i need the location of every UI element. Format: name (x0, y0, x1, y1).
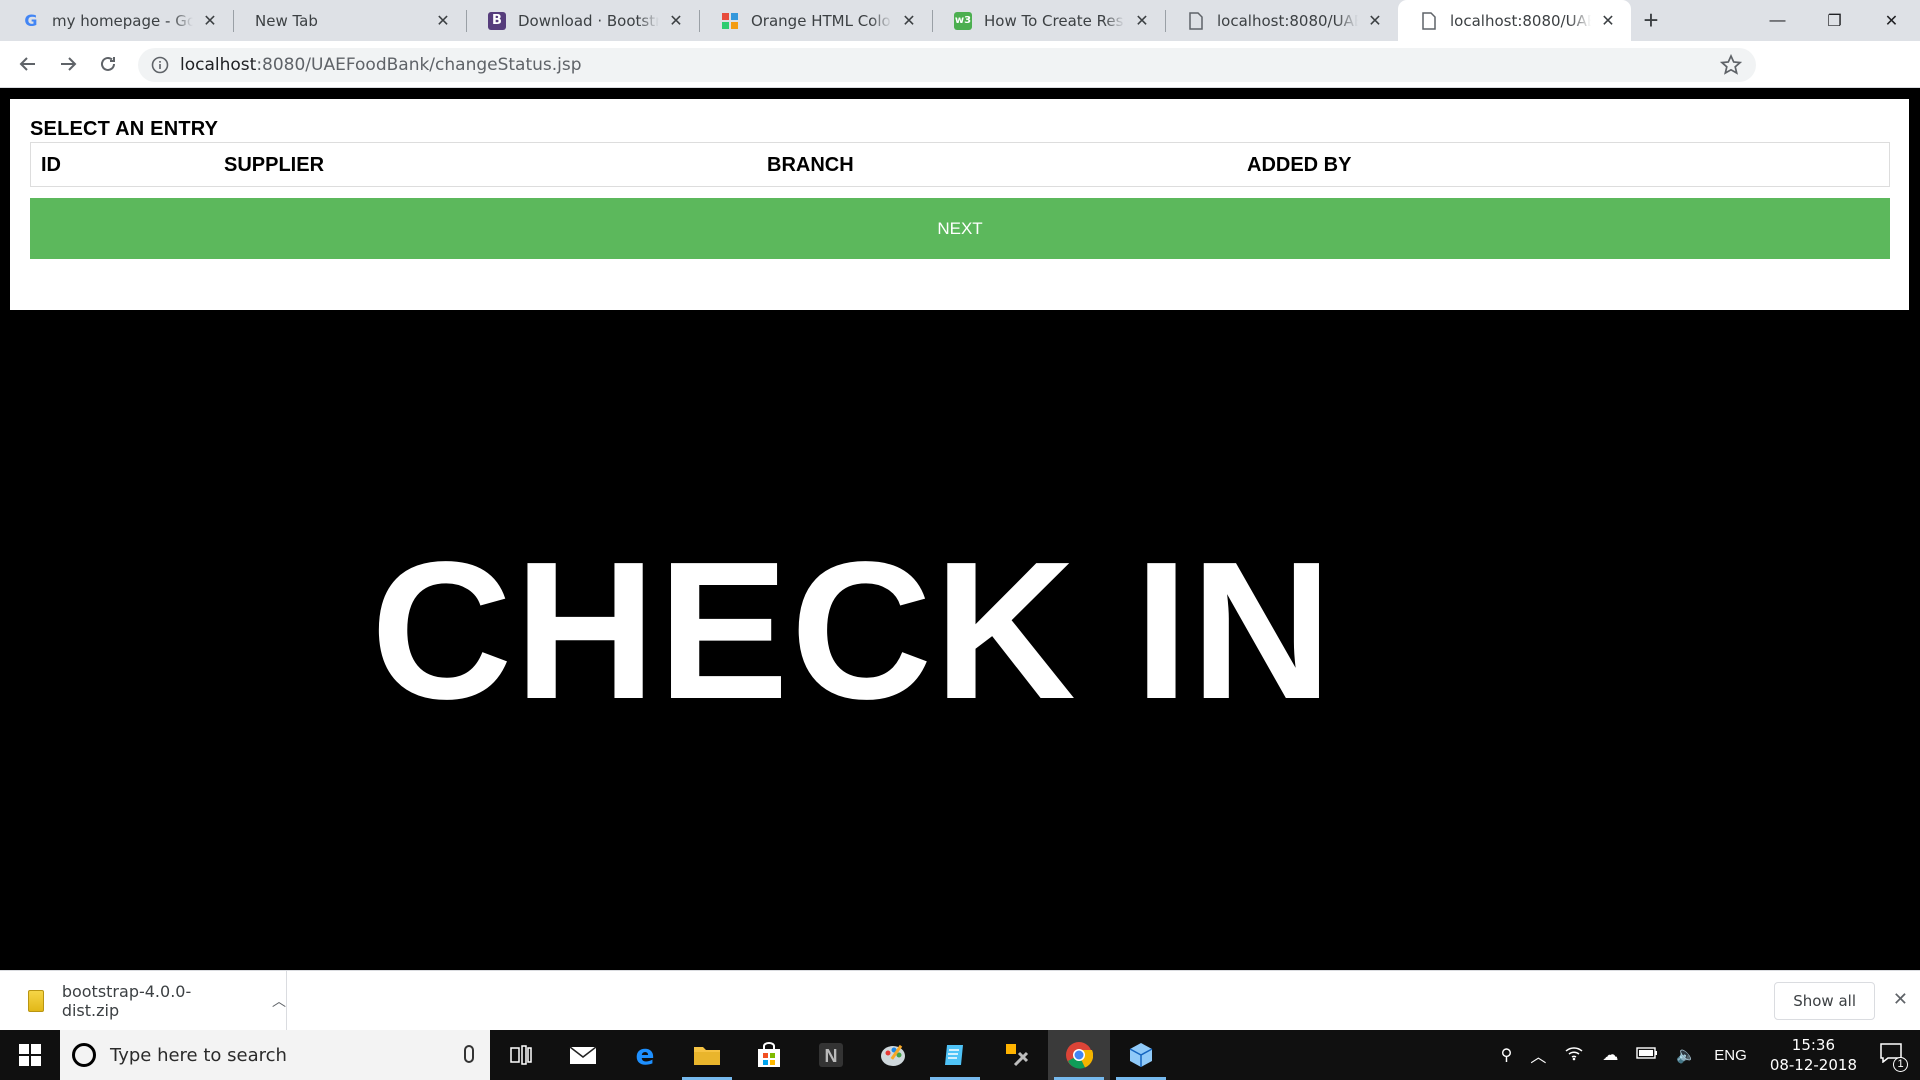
svg-text:e: e (636, 1041, 655, 1069)
mail-icon[interactable] (552, 1030, 614, 1080)
close-icon[interactable]: ✕ (667, 11, 685, 30)
task-view-icon[interactable] (490, 1030, 552, 1080)
address-bar[interactable]: localhost:8080/UAEFoodBank/changeStatus.… (138, 48, 1756, 82)
chrome-icon[interactable] (1048, 1030, 1110, 1080)
tab-localhost-1[interactable]: localhost:8080/UAEFoo ✕ (1165, 0, 1398, 41)
page-icon (1420, 11, 1438, 30)
check-in-title: CHECK IN (370, 521, 1335, 740)
tab-strip: G my homepage - Googl ✕ New Tab ✕ B Down… (0, 0, 1920, 41)
info-icon[interactable] (150, 55, 170, 75)
entry-table-header: ID SUPPLIER BRANCH ADDED BY (30, 142, 1890, 187)
windows-start-icon[interactable] (0, 1030, 60, 1080)
volume-icon[interactable]: 🔈 (1676, 1045, 1696, 1065)
clock[interactable]: 15:36 08-12-2018 (1770, 1035, 1857, 1075)
next-button[interactable]: NEXT (30, 198, 1890, 259)
tab-title: localhost:8080/UAEFoo (1217, 11, 1358, 30)
virtualbox-icon[interactable] (1110, 1030, 1172, 1080)
close-icon[interactable]: ✕ (900, 11, 918, 30)
column-added-by: ADDED BY (1247, 154, 1352, 176)
close-icon[interactable]: ✕ (201, 11, 219, 30)
wifi-icon[interactable] (1564, 1045, 1584, 1066)
battery-icon[interactable] (1636, 1046, 1658, 1064)
tab-my-homepage[interactable]: G my homepage - Googl ✕ (0, 0, 233, 41)
close-icon[interactable]: ✕ (1893, 989, 1908, 1010)
chevron-up-icon[interactable]: ︿ (272, 991, 286, 1011)
close-icon[interactable]: ✕ (1366, 11, 1384, 30)
file-explorer-icon[interactable] (676, 1030, 738, 1080)
tab-localhost-active[interactable]: localhost:8080/UAEFoo ✕ (1398, 0, 1631, 41)
edge-browser-icon[interactable]: e (614, 1030, 676, 1080)
tab-orange-color[interactable]: Orange HTML Color Co ✕ (699, 0, 932, 41)
bootstrap-icon: B (488, 11, 506, 30)
bookmark-star-icon[interactable] (1719, 53, 1743, 76)
column-branch: BRANCH (767, 154, 854, 176)
netbeans-icon[interactable]: N (800, 1030, 862, 1080)
tab-title: Download · Bootstrap (518, 11, 659, 30)
minimize-icon[interactable]: ― (1749, 0, 1806, 41)
tab-bootstrap[interactable]: B Download · Bootstrap ✕ (466, 0, 699, 41)
notepad-app-icon[interactable] (924, 1030, 986, 1080)
store-icon[interactable] (738, 1030, 800, 1080)
windows-taskbar: Type here to search e N ⚲ ︿ ☁ 🔈 ENG 15:3… (0, 1030, 1920, 1080)
chevron-up-icon[interactable]: ︿ (1530, 1043, 1546, 1067)
restore-icon[interactable]: ❐ (1806, 0, 1863, 41)
reload-icon[interactable] (88, 44, 128, 84)
tools-app-icon[interactable] (986, 1030, 1048, 1080)
tab-w3schools[interactable]: w3 How To Create Respon ✕ (932, 0, 1165, 41)
browser-toolbar: localhost:8080/UAEFoodBank/changeStatus.… (0, 41, 1920, 117)
download-item[interactable]: bootstrap-4.0.0-dist.zip ︿ (0, 971, 287, 1031)
cortana-icon (72, 1043, 96, 1067)
entry-panel: SELECT AN ENTRY ID SUPPLIER BRANCH ADDED… (10, 99, 1909, 310)
column-supplier: SUPPLIER (224, 154, 325, 176)
tab-new-tab[interactable]: New Tab ✕ (233, 0, 466, 41)
tab-title: my homepage - Googl (52, 11, 193, 30)
url-text: localhost:8080/UAEFoodBank/changeStatus.… (180, 55, 582, 75)
window-controls: ― ❐ ✕ (1749, 0, 1920, 41)
close-icon[interactable]: ✕ (1133, 11, 1151, 30)
taskbar-search[interactable]: Type here to search (60, 1030, 490, 1080)
show-all-button[interactable]: Show all (1774, 982, 1875, 1020)
downloads-shelf: bootstrap-4.0.0-dist.zip ︿ Show all ✕ (0, 970, 1920, 1031)
notifications-icon[interactable]: 1 (1880, 1042, 1908, 1072)
notification-count: 1 (1893, 1056, 1908, 1072)
page-icon (1187, 11, 1205, 30)
section-heading: SELECT AN ENTRY (30, 118, 219, 140)
close-window-icon[interactable]: ✕ (1863, 0, 1920, 41)
color-grid-icon (721, 12, 739, 30)
forward-icon[interactable] (48, 44, 88, 84)
back-icon[interactable] (8, 44, 48, 84)
google-icon: G (24, 11, 38, 30)
page-body: SELECT AN ENTRY ID SUPPLIER BRANCH ADDED… (0, 88, 1920, 970)
system-tray: ⚲ ︿ ☁ 🔈 ENG 15:36 08-12-2018 1 (1492, 1030, 1920, 1080)
onedrive-icon[interactable]: ☁ (1602, 1045, 1618, 1065)
microphone-icon[interactable] (464, 1045, 474, 1063)
svg-text:N: N (825, 1046, 838, 1066)
w3schools-icon: w3 (954, 11, 972, 30)
language-indicator[interactable]: ENG (1714, 1047, 1747, 1064)
clock-date: 08-12-2018 (1769, 1056, 1857, 1074)
tab-title: Orange HTML Color Co (751, 11, 892, 30)
new-tab-button[interactable]: + (1631, 0, 1671, 41)
zip-file-icon (28, 990, 44, 1012)
tab-title: New Tab (255, 11, 318, 30)
column-id: ID (41, 154, 61, 176)
close-icon[interactable]: ✕ (434, 11, 452, 30)
people-icon[interactable]: ⚲ (1501, 1045, 1513, 1065)
tab-title: How To Create Respon (984, 11, 1125, 30)
tab-title: localhost:8080/UAEFoo (1450, 11, 1591, 30)
download-file-name: bootstrap-4.0.0-dist.zip (61, 982, 192, 1020)
close-icon[interactable]: ✕ (1599, 11, 1617, 30)
paint-app-icon[interactable] (862, 1030, 924, 1080)
clock-time: 15:36 (1791, 1036, 1836, 1054)
search-placeholder: Type here to search (110, 1044, 287, 1066)
